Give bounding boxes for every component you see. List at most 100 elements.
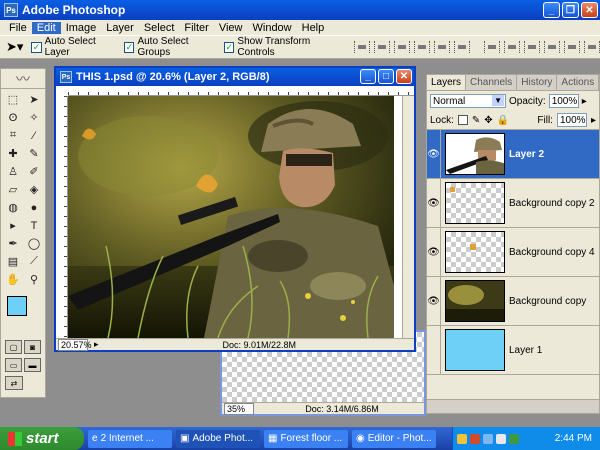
eraser-tool-icon[interactable]: ▱ bbox=[3, 181, 23, 198]
auto-select-groups-checkbox[interactable]: ✓ Auto Select Groups bbox=[124, 36, 216, 58]
taskbar-item-internet[interactable]: e 2 Internet ... bbox=[88, 429, 172, 448]
document-window-front[interactable]: Ps THIS 1.psd @ 20.6% (Layer 2, RGB/8) _… bbox=[54, 66, 416, 352]
document-canvas-front[interactable] bbox=[68, 96, 394, 338]
menu-window[interactable]: Window bbox=[248, 22, 297, 34]
shape-tool-icon[interactable]: ◯ bbox=[24, 235, 44, 252]
quick-mask-mode-icon[interactable]: ◙ bbox=[24, 340, 41, 354]
opacity-slider-arrow-icon[interactable]: ▸ bbox=[582, 96, 587, 107]
eyedropper-tool-icon[interactable]: ⟋ bbox=[24, 253, 44, 270]
document-vertical-scrollbar[interactable] bbox=[402, 96, 414, 338]
layer-row-background-copy-4[interactable]: 👁 Background copy 4 bbox=[427, 227, 599, 277]
layer-row-background-copy-2[interactable]: 👁 Background copy 2 bbox=[427, 178, 599, 228]
align-left-icon[interactable] bbox=[414, 41, 430, 53]
zoom-field[interactable]: 20.57% bbox=[58, 338, 92, 351]
foreground-color-swatch[interactable] bbox=[7, 296, 27, 316]
tab-actions[interactable]: Actions bbox=[557, 75, 600, 90]
visibility-eye-icon[interactable]: 👁 bbox=[427, 178, 441, 228]
taskbar-item-forest-floor[interactable]: ▦ Forest floor ... bbox=[264, 429, 348, 448]
align-vcenter-icon[interactable] bbox=[374, 41, 390, 53]
auto-select-layer-checkbox[interactable]: ✓ Auto Select Layer bbox=[31, 36, 116, 58]
dodge-tool-icon[interactable]: ● bbox=[24, 199, 44, 216]
distribute-vcenter-icon[interactable] bbox=[504, 41, 520, 53]
align-top-icon[interactable] bbox=[354, 41, 370, 53]
distribute-top-icon[interactable] bbox=[484, 41, 500, 53]
tab-channels[interactable]: Channels bbox=[466, 75, 518, 90]
menu-layer[interactable]: Layer bbox=[101, 22, 139, 34]
layer-row-layer-1[interactable]: Layer 1 bbox=[427, 325, 599, 375]
volume-icon[interactable] bbox=[496, 433, 506, 444]
zoom-field[interactable]: 35% bbox=[224, 402, 254, 415]
tray-icon-5[interactable] bbox=[509, 433, 519, 444]
opacity-field[interactable]: 100% bbox=[548, 94, 579, 108]
menu-view[interactable]: View bbox=[214, 22, 248, 34]
menu-filter[interactable]: Filter bbox=[179, 22, 213, 34]
lasso-tool-icon[interactable]: ʘ bbox=[3, 109, 23, 126]
distribute-left-icon[interactable] bbox=[544, 41, 560, 53]
distribute-right-icon[interactable] bbox=[584, 41, 600, 53]
blur-tool-icon[interactable]: ◍ bbox=[3, 199, 23, 216]
menu-edit[interactable]: Edit bbox=[31, 21, 61, 34]
move-tool-icon[interactable]: ➤ bbox=[24, 91, 44, 108]
visibility-eye-icon[interactable]: 👁 bbox=[427, 129, 441, 179]
tray-icon-1[interactable] bbox=[457, 433, 467, 444]
magic-wand-tool-icon[interactable]: ✧ bbox=[24, 109, 44, 126]
marquee-tool-icon[interactable]: ⬚ bbox=[3, 91, 23, 108]
standard-mode-icon[interactable]: ▢ bbox=[5, 340, 22, 354]
lock-all-icon[interactable]: 🔒 bbox=[497, 115, 509, 126]
fill-field[interactable]: 100% bbox=[556, 113, 587, 127]
minimize-button[interactable]: _ bbox=[543, 2, 560, 18]
paint-bucket-tool-icon[interactable]: ◈ bbox=[24, 181, 44, 198]
history-brush-tool-icon[interactable]: ✐ bbox=[24, 163, 44, 180]
tab-layers[interactable]: Layers bbox=[427, 75, 467, 90]
taskbar-item-editor[interactable]: ◉ Editor - Phot... bbox=[352, 429, 436, 448]
screen-mode-full-icon[interactable]: ▬ bbox=[24, 358, 41, 372]
pen-tool-icon[interactable]: ✒ bbox=[3, 235, 23, 252]
screen-mode-standard-icon[interactable]: ▭ bbox=[5, 358, 22, 372]
close-button[interactable]: ✕ bbox=[581, 2, 598, 18]
fill-slider-arrow-icon[interactable]: ▸ bbox=[591, 115, 596, 126]
align-hcenter-icon[interactable] bbox=[434, 41, 450, 53]
start-button[interactable]: start bbox=[0, 427, 84, 450]
tab-history[interactable]: History bbox=[517, 75, 558, 90]
path-selection-tool-icon[interactable]: ▸ bbox=[3, 217, 23, 234]
visibility-toggle-empty[interactable] bbox=[427, 325, 441, 375]
visibility-eye-icon[interactable]: 👁 bbox=[427, 227, 441, 277]
zoom-tool-icon[interactable]: ⚲ bbox=[24, 271, 44, 288]
crop-tool-icon[interactable]: ⌗ bbox=[3, 127, 23, 144]
move-tool-icon[interactable]: ➤▾ bbox=[6, 39, 23, 55]
menu-file[interactable]: File bbox=[4, 22, 32, 34]
lock-image-pixels-icon[interactable]: ✎ bbox=[472, 115, 480, 126]
align-bottom-icon[interactable] bbox=[394, 41, 410, 53]
hand-tool-icon[interactable]: ✋ bbox=[3, 271, 23, 288]
slice-tool-icon[interactable]: ⁄ bbox=[24, 127, 44, 144]
taskbar-item-photoshop[interactable]: ▣ Adobe Phot... bbox=[176, 429, 260, 448]
doc-maximize-button[interactable]: □ bbox=[378, 69, 394, 84]
document-titlebar[interactable]: Ps THIS 1.psd @ 20.6% (Layer 2, RGB/8) _… bbox=[56, 68, 414, 86]
align-right-icon[interactable] bbox=[454, 41, 470, 53]
doc-close-button[interactable]: ✕ bbox=[396, 69, 412, 84]
distribute-hcenter-icon[interactable] bbox=[564, 41, 580, 53]
type-tool-icon[interactable]: T bbox=[24, 217, 44, 234]
show-transform-controls-checkbox[interactable]: ✓ Show Transform Controls bbox=[224, 36, 340, 58]
menu-select[interactable]: Select bbox=[139, 22, 180, 34]
menu-image[interactable]: Image bbox=[61, 22, 102, 34]
menu-help[interactable]: Help bbox=[297, 22, 330, 34]
distribute-bottom-icon[interactable] bbox=[524, 41, 540, 53]
restore-button[interactable]: ❐ bbox=[562, 2, 579, 18]
status-menu-icon[interactable]: ▸ bbox=[94, 339, 99, 350]
layer-row-layer-2[interactable]: 👁 Layer 2 bbox=[427, 129, 599, 179]
lock-position-icon[interactable]: ✥ bbox=[484, 115, 492, 126]
notes-tool-icon[interactable]: ▤ bbox=[3, 253, 23, 270]
lock-transparent-pixels-icon[interactable] bbox=[457, 115, 468, 125]
tray-icon-3[interactable] bbox=[483, 433, 493, 444]
doc-minimize-button[interactable]: _ bbox=[360, 69, 376, 84]
jump-to-imageready-icon[interactable]: ⇄ bbox=[5, 376, 23, 390]
healing-brush-tool-icon[interactable]: ✚ bbox=[3, 145, 23, 162]
toolbox: 〰 ⬚ ➤ ʘ ✧ ⌗ ⁄ ✚ ✎ ♙ ✐ ▱ ◈ ◍ ● ▸ T ✒ ◯ ▤ … bbox=[0, 68, 46, 398]
clone-stamp-tool-icon[interactable]: ♙ bbox=[3, 163, 23, 180]
visibility-eye-icon[interactable]: 👁 bbox=[427, 276, 441, 326]
brush-tool-icon[interactable]: ✎ bbox=[24, 145, 44, 162]
tray-icon-2[interactable] bbox=[470, 433, 480, 444]
layer-row-background-copy[interactable]: 👁 Background copy bbox=[427, 276, 599, 326]
blend-mode-select[interactable]: Normal bbox=[430, 94, 506, 108]
